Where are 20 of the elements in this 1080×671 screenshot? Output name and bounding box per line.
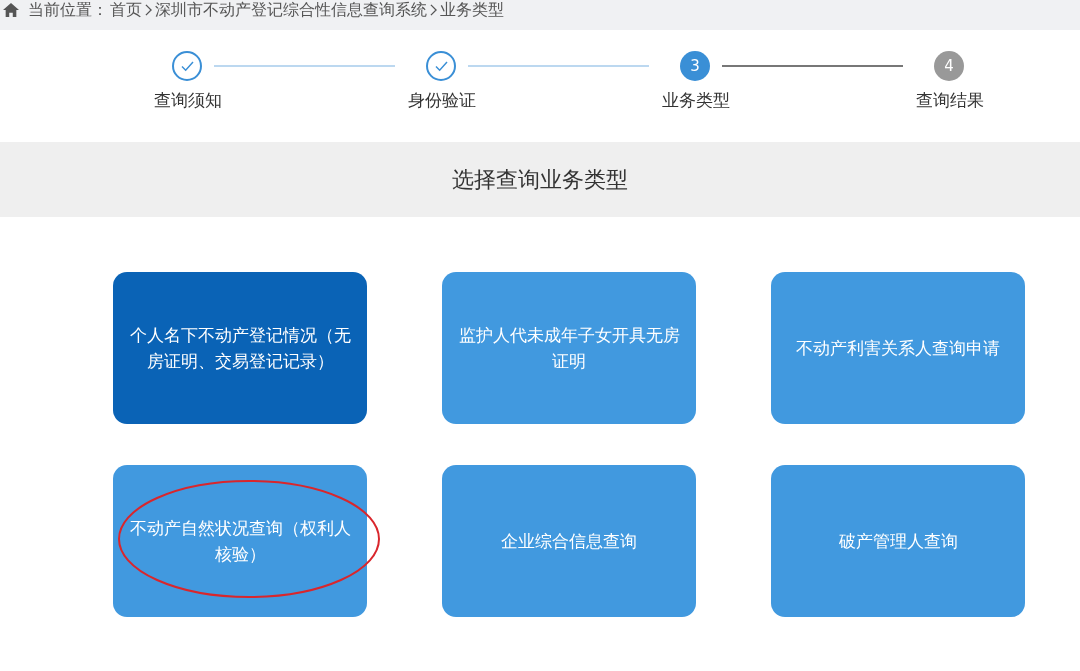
step-indicator: 4 [934,51,964,81]
breadcrumb-link[interactable]: 首页 [110,0,142,21]
chevron-icon [430,4,437,16]
step-indicator: 3 [680,51,710,81]
home-icon [2,2,20,18]
step-label: 查询结果 [915,89,985,112]
breadcrumb-link[interactable]: 业务类型 [440,0,504,21]
business-type-button[interactable]: 不动产自然状况查询（权利人核验） [113,465,367,617]
breadcrumb-link[interactable]: 深圳市不动产登记综合性信息查询系统 [155,0,427,21]
section-title: 选择查询业务类型 [452,165,628,194]
business-type-button[interactable]: 个人名下不动产登记情况（无房证明、交易登记记录） [113,272,367,424]
breadcrumb-label: 当前位置： [28,0,108,21]
step-label: 查询须知 [153,89,223,112]
chevron-icon [145,4,152,16]
step-label: 业务类型 [661,89,731,112]
step-label: 身份验证 [407,89,477,112]
business-type-button[interactable]: 企业综合信息查询 [442,465,696,617]
business-type-button[interactable]: 监护人代未成年子女开具无房证明 [442,272,696,424]
business-type-button[interactable]: 破产管理人查询 [771,465,1025,617]
business-type-button[interactable]: 不动产利害关系人查询申请 [771,272,1025,424]
